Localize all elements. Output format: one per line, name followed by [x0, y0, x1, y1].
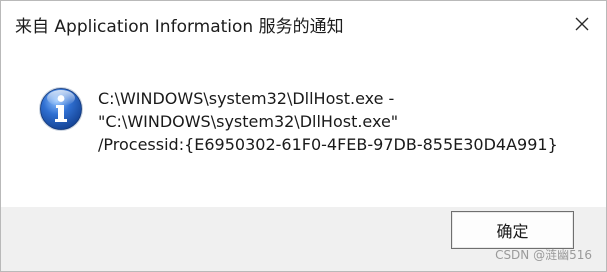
ok-button[interactable]: 确定 [451, 211, 574, 249]
dialog-content: C:\WINDOWS\system32\DllHost.exe - "C:\WI… [1, 47, 606, 207]
message-line: "C:\WINDOWS\system32\DllHost.exe" [98, 112, 399, 131]
close-icon [575, 17, 589, 31]
window-title: 来自 Application Information 服务的通知 [15, 17, 344, 37]
watermark: CSDN @涟幽516 [495, 248, 592, 262]
notification-dialog: 来自 Application Information 服务的通知 C:\WIND… [0, 0, 607, 272]
message-text: C:\WINDOWS\system32\DllHost.exe - "C:\WI… [98, 87, 558, 156]
message-line: /Processid:{E6950302-61F0-4FEB-97DB-855E… [98, 135, 558, 154]
info-icon [39, 87, 83, 131]
title-bar[interactable]: 来自 Application Information 服务的通知 [1, 1, 606, 47]
message-line: C:\WINDOWS\system32\DllHost.exe - [98, 89, 395, 108]
close-button[interactable] [558, 1, 606, 47]
